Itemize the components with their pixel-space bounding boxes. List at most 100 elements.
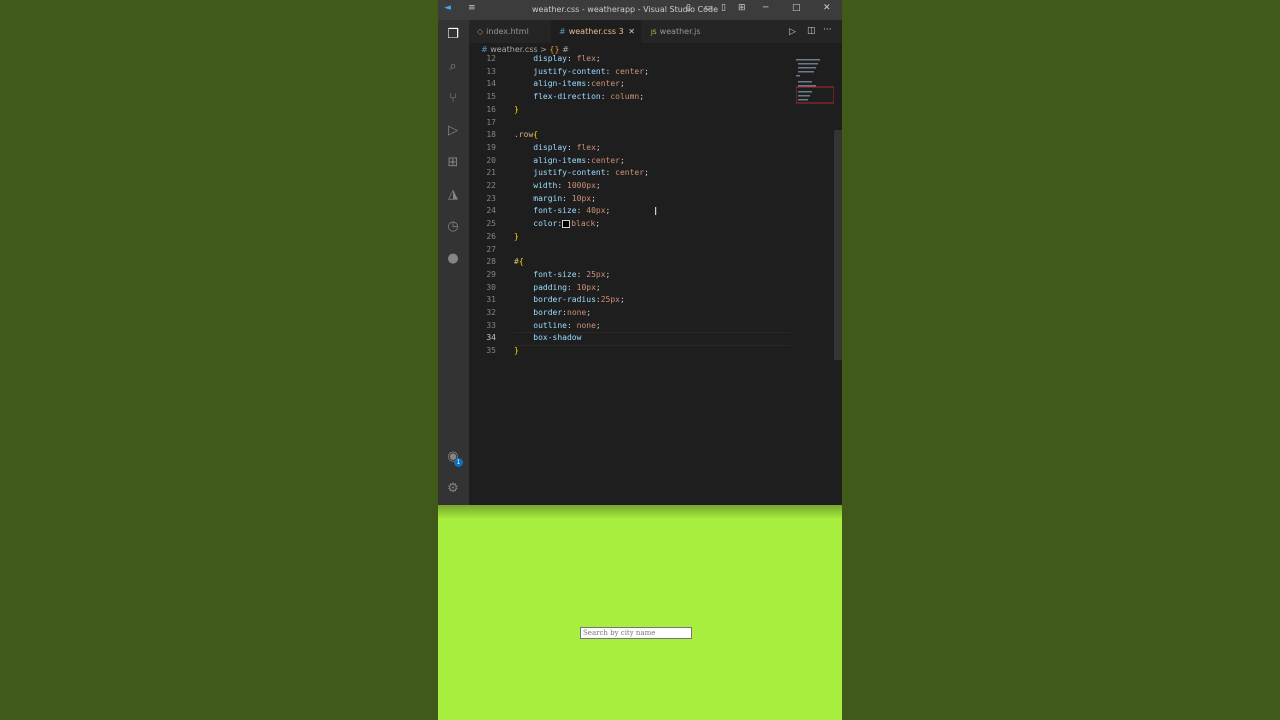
line-number: 23 (486, 193, 496, 203)
code-line[interactable]: 31 border-radius:25px; (469, 294, 829, 307)
code-line[interactable]: 23 margin: 10px; (469, 193, 829, 206)
github-icon[interactable]: ● (444, 250, 462, 268)
code-token: none (576, 320, 596, 330)
code-token: } (514, 346, 519, 356)
toggle-sidebar-icon[interactable]: ▯ (686, 3, 691, 13)
run-icon[interactable]: ▷ (789, 27, 796, 37)
code-token: 25px (600, 295, 620, 305)
code-token: ; (595, 142, 601, 152)
code-token: none (567, 308, 587, 317)
code-token: border-radius (533, 295, 596, 305)
code-line[interactable]: 17 (469, 117, 829, 130)
maximize-icon[interactable]: □ (792, 3, 801, 13)
code-token: flex (576, 142, 596, 152)
code-line[interactable]: 14 align-items:center; (469, 78, 829, 91)
code-token: 40px (586, 206, 606, 216)
line-number: 32 (486, 308, 496, 317)
code-line[interactable]: 18 .row{ (469, 129, 829, 142)
code-token: 1000px (567, 181, 596, 190)
code-line[interactable]: 30 padding: 10px; (469, 282, 829, 295)
code-token: ; (644, 66, 649, 76)
minimap[interactable] (795, 57, 835, 117)
code-line[interactable]: 20 align-items:center; (469, 155, 829, 168)
code-line[interactable]: 19 display: flex; (469, 142, 829, 155)
browser-preview (438, 505, 842, 720)
activity-bar: ❐ ⌕ ⑂ ▷ ⊞ ◮ ◷ ● ◉ 1 ⚙ (438, 20, 469, 505)
code-token: center (591, 79, 620, 89)
editor-scrollbar[interactable] (834, 130, 842, 360)
code-token: padding (533, 282, 567, 292)
customize-layout-icon[interactable]: ⊞ (738, 3, 746, 13)
code-token: center (615, 66, 645, 76)
source-control-icon[interactable]: ⑂ (444, 90, 462, 108)
code-line[interactable]: 21 justify-content: center; (469, 167, 829, 180)
code-token: black (571, 219, 596, 229)
code-line[interactable]: 34 box-shadow (469, 332, 829, 345)
timeline-icon[interactable]: ◷ (444, 218, 462, 236)
code-token: center (591, 155, 620, 165)
explorer-icon[interactable]: ❐ (444, 26, 462, 44)
code-line[interactable]: 13 justify-content: center; (469, 66, 829, 79)
code-text: border:none; (514, 307, 591, 320)
code-editor[interactable]: 12 display: flex; 13 justify-content: cen… (469, 54, 834, 505)
code-token: align-items (533, 79, 587, 89)
line-number: 27 (486, 244, 496, 254)
toggle-secondary-sidebar-icon[interactable]: ▯ (721, 3, 726, 13)
code-token: ; (605, 269, 611, 279)
code-token: ; (595, 181, 601, 190)
tab-weather-js[interactable]: JS weather.js (643, 20, 723, 43)
tab-weather-css[interactable]: # weather.css 3 ✕ (551, 20, 641, 43)
code-text: align-items:center; (514, 78, 625, 91)
code-line[interactable]: 16} (469, 104, 829, 117)
code-line[interactable]: 32 border:none; (469, 307, 829, 320)
extensions-icon[interactable]: ⊞ (444, 154, 462, 172)
code-line[interactable]: 25 color: black; (469, 218, 829, 231)
code-token: justify-content (533, 66, 606, 76)
code-token: width (533, 181, 558, 190)
code-token: : (557, 181, 567, 190)
code-line[interactable]: 35} (469, 345, 829, 358)
title-bar: ◄ ≡ weather.css - weatherapp - Visual St… (438, 0, 842, 20)
code-token: 25px (586, 269, 606, 279)
code-line[interactable]: 28 #{ (469, 256, 829, 269)
minimize-icon[interactable]: ─ (763, 3, 768, 13)
search-icon[interactable]: ⌕ (444, 58, 462, 76)
code-text: align-items:center; (514, 155, 625, 168)
code-line[interactable]: 24 font-size: 40px; (469, 205, 829, 218)
tab-index-html[interactable]: ◇ index.html (469, 20, 549, 43)
line-number: 24 (486, 206, 496, 216)
code-token: : (605, 66, 616, 76)
code-line[interactable]: 26} (469, 231, 829, 244)
line-number: 20 (486, 155, 496, 165)
more-actions-icon[interactable]: ··· (823, 25, 832, 35)
code-line[interactable]: 15 flex-direction: column; (469, 91, 829, 104)
code-line[interactable]: 27 (469, 244, 829, 257)
line-number: 15 (486, 92, 496, 102)
line-number: 14 (486, 79, 496, 89)
line-number: 33 (486, 320, 496, 330)
split-editor-icon[interactable]: ◫ (807, 26, 816, 36)
code-token: flex (576, 54, 596, 63)
code-line[interactable]: 22 width: 1000px; (469, 180, 829, 193)
code-text: display: flex; (514, 53, 600, 66)
code-token: column (610, 92, 640, 102)
run-debug-icon[interactable]: ▷ (444, 122, 462, 140)
settings-gear-icon[interactable]: ⚙ (444, 480, 462, 498)
azure-icon[interactable]: ◮ (444, 186, 462, 204)
code-text: padding: 10px; (514, 282, 600, 295)
close-tab-icon[interactable]: ✕ (628, 20, 635, 43)
code-line[interactable]: 29 font-size: 25px; (469, 269, 829, 282)
toggle-panel-icon[interactable]: ▭ (704, 3, 713, 13)
code-line[interactable]: 12 display: flex; (469, 53, 829, 66)
code-text: .row{ (514, 129, 538, 142)
close-window-icon[interactable]: ✕ (823, 3, 831, 13)
minimap-preview (795, 59, 835, 104)
code-token: color (533, 219, 558, 229)
code-line[interactable]: 33 outline: none; (469, 320, 829, 333)
line-number: 16 (486, 104, 496, 114)
search-input[interactable] (580, 627, 692, 639)
